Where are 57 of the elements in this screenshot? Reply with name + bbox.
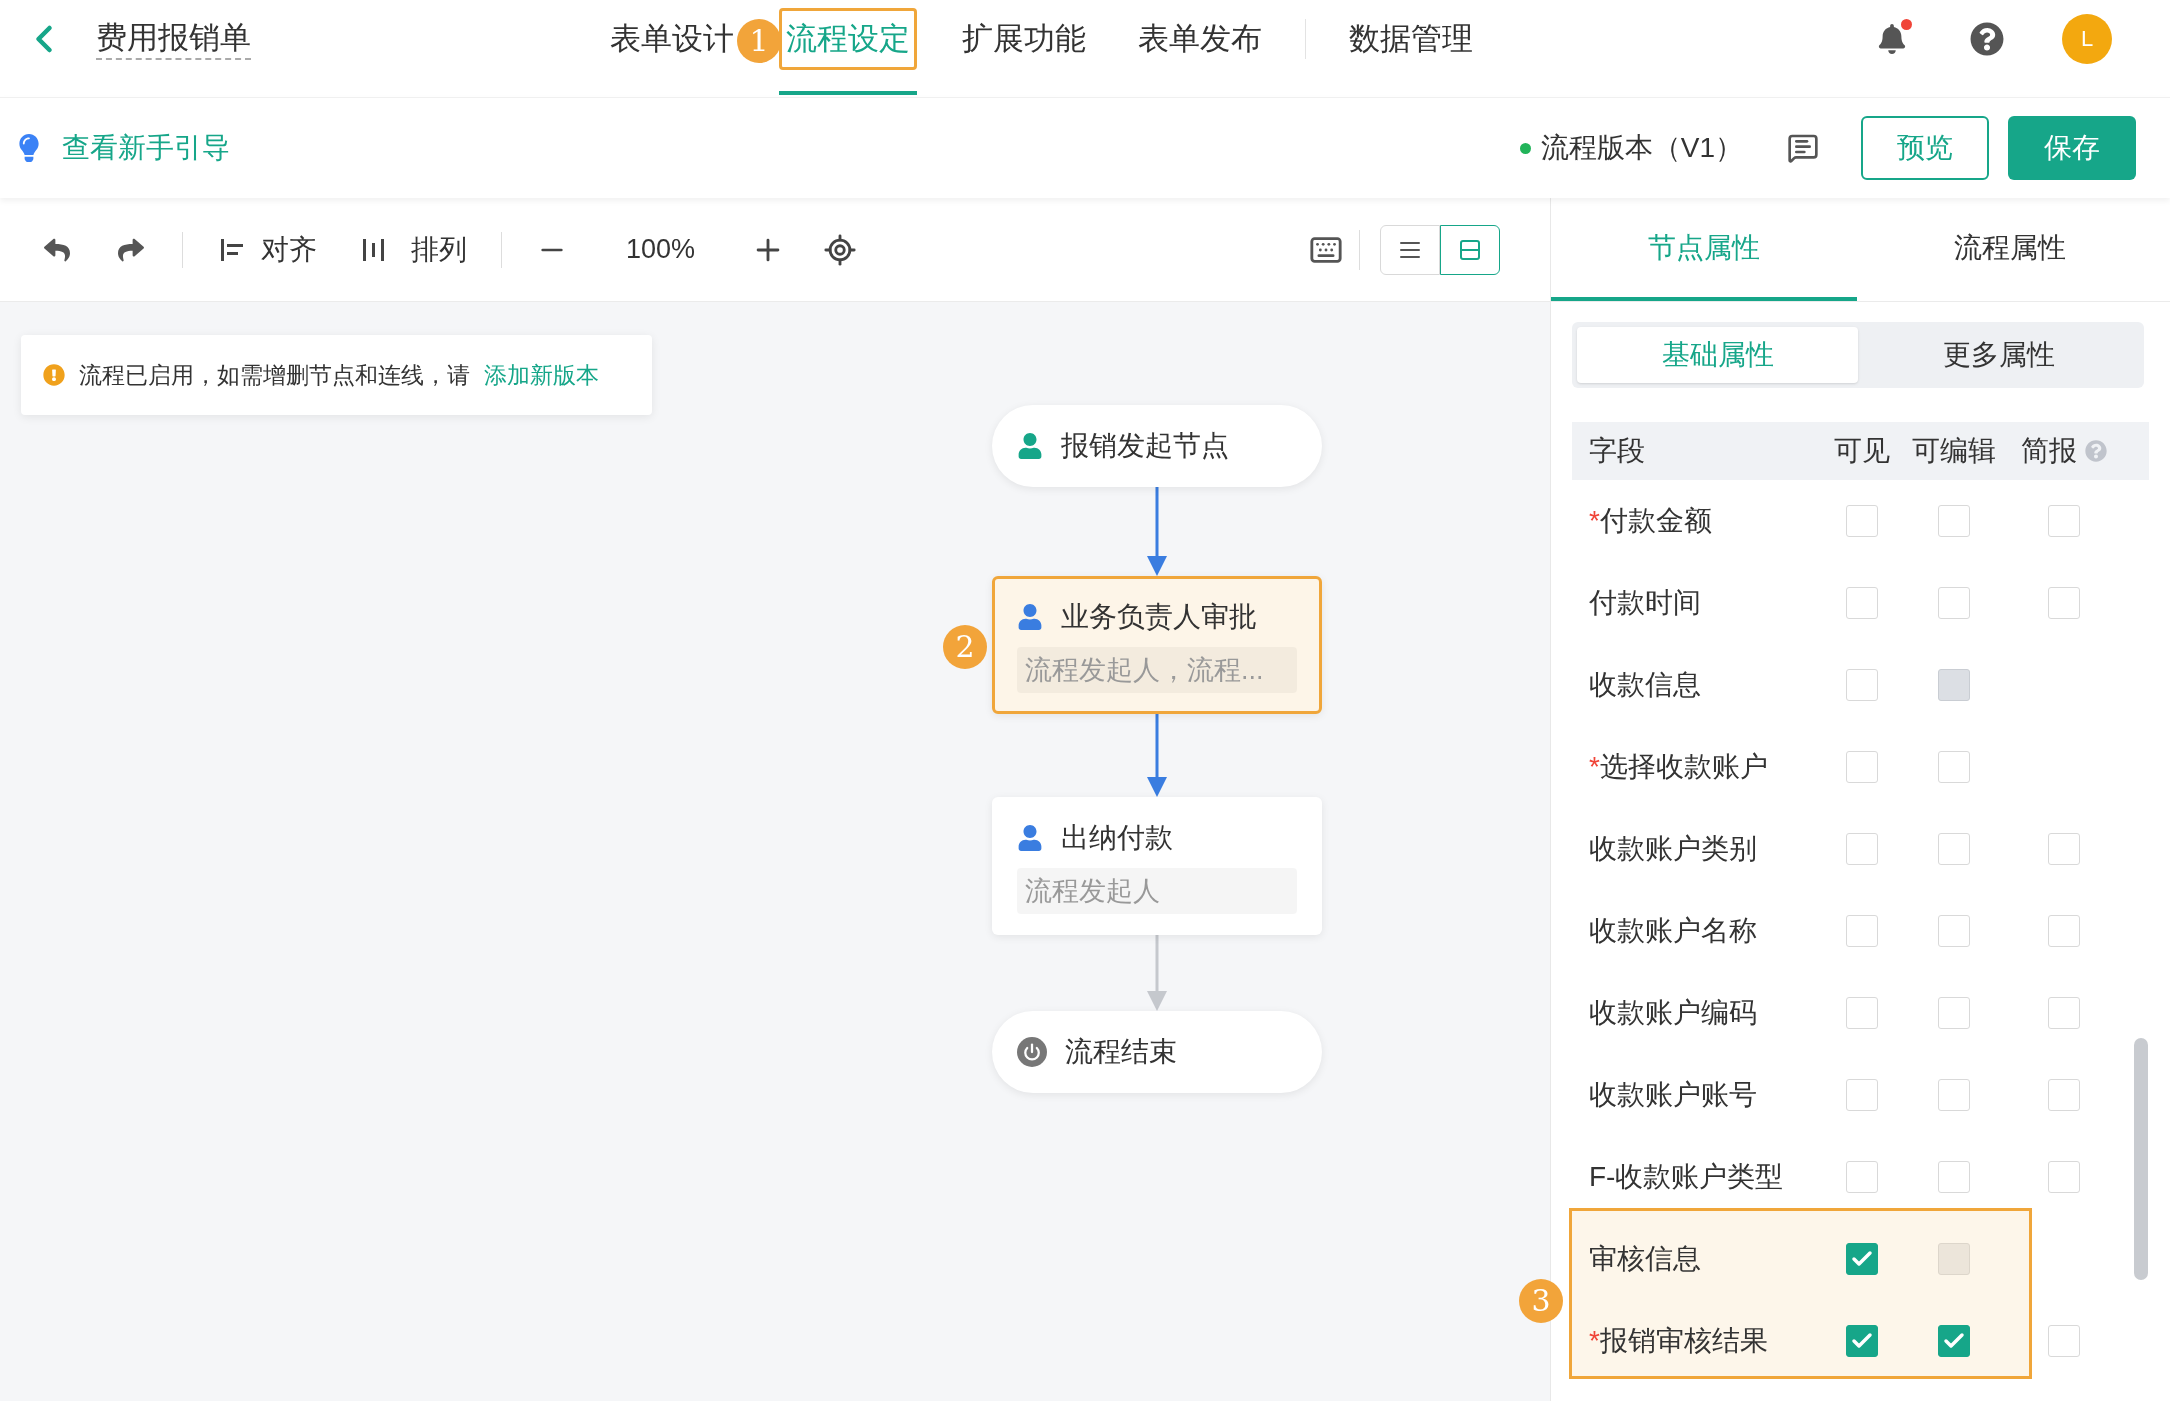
power-icon [1017, 1037, 1047, 1067]
column-header: 字段 [1589, 435, 1645, 466]
panel-tab[interactable]: 流程属性 [1857, 198, 2163, 301]
field-label: *选择收款账户 [1589, 750, 1768, 784]
field-label: 收款账户账号 [1589, 1078, 1757, 1112]
node-title: 出纳付款 [1061, 821, 1173, 855]
node-title: 流程结束 [1065, 1035, 1177, 1069]
checkbox[interactable] [1846, 1325, 1878, 1357]
field-label: 审核信息 [1589, 1242, 1701, 1276]
align-label[interactable]: 对齐 [261, 228, 317, 271]
column-header: 可见 [1834, 434, 1890, 468]
field-label: *付款金额 [1589, 504, 1712, 538]
property-tab[interactable]: 更多属性 [1858, 327, 2139, 383]
checkbox[interactable] [1938, 1325, 1970, 1357]
person-icon [1017, 433, 1043, 459]
checkbox[interactable] [1846, 1243, 1878, 1275]
scrollbar[interactable] [2134, 1038, 2148, 1280]
columns-icon[interactable] [361, 236, 387, 263]
form-title: 费用报销单 [96, 17, 251, 60]
compact-view-button[interactable] [1440, 224, 1501, 275]
node-assignee: 流程发起人，流程... [1017, 647, 1297, 693]
field-label: 收款账户名称 [1589, 914, 1757, 948]
arrange-label[interactable]: 排列 [411, 228, 467, 271]
field-label: 付款时间 [1589, 586, 1701, 620]
flow-node[interactable]: 流程结束 [992, 1011, 1322, 1093]
rows-icon [1458, 237, 1483, 262]
annotation-badge: 1 [737, 19, 781, 63]
person-icon [1017, 825, 1043, 851]
align-left-icon[interactable] [219, 236, 245, 263]
column-header: 可编辑 [1912, 434, 1996, 468]
list-view-button[interactable] [1380, 224, 1441, 275]
node-title: 业务负责人审批 [1061, 600, 1257, 634]
node-assignee: 流程发起人 [1017, 868, 1297, 914]
field-label: F-收款账户类型 [1589, 1160, 1784, 1194]
redo-icon[interactable] [118, 236, 144, 263]
nav-tab[interactable]: 表单发布 [1131, 7, 1269, 70]
help-icon[interactable] [1970, 21, 2004, 56]
flow-node[interactable]: 报销发起节点 [992, 405, 1322, 487]
field-label: 收款信息 [1589, 668, 1701, 702]
lightbulb-icon [18, 134, 40, 162]
undo-icon[interactable] [44, 236, 70, 263]
field-label: 收款账户类别 [1589, 832, 1757, 866]
locate-icon[interactable] [823, 232, 858, 267]
annotation-badge: 2 [943, 625, 987, 669]
nav-tab[interactable]: 扩展功能 [955, 7, 1093, 70]
comment-icon[interactable] [1787, 132, 1819, 164]
person-icon [1017, 604, 1043, 630]
column-header: 简报 [2021, 434, 2077, 468]
zoom-level: 100% [626, 233, 696, 267]
field-label: 收款账户编码 [1589, 996, 1757, 1030]
flow-node[interactable]: 出纳付款 流程发起人 [992, 797, 1322, 935]
notice-text: 流程已启用，如需增删节点和连线，请 [79, 360, 470, 390]
info-icon [43, 364, 65, 386]
field-label: *报销审核结果 [1589, 1324, 1768, 1358]
node-title: 报销发起节点 [1061, 429, 1229, 463]
version-label: 流程版本（V1） [1540, 131, 1743, 165]
nav-tab[interactable]: 数据管理 [1342, 7, 1480, 70]
